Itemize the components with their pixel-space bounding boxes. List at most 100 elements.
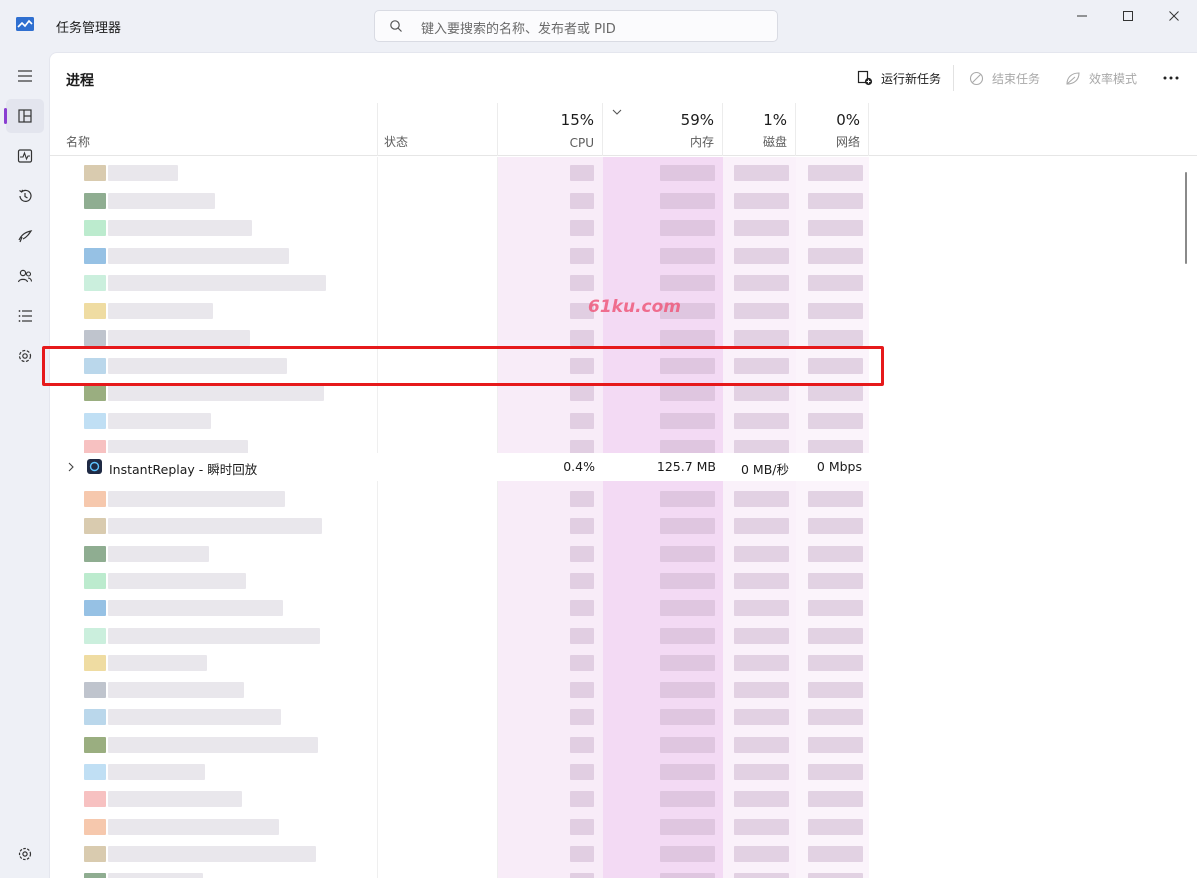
nav-startup-apps[interactable]: [6, 219, 44, 253]
nav-processes[interactable]: [4, 99, 44, 133]
hamburger-menu-icon: [18, 70, 32, 82]
end-task-button[interactable]: 结束任务: [969, 66, 1040, 90]
blurred-value: [734, 572, 789, 589]
blurred-name: [108, 600, 283, 617]
column-status[interactable]: 状态: [378, 103, 498, 156]
blurred-value: [808, 247, 863, 264]
blurred-value: [808, 627, 863, 644]
close-icon: [1169, 11, 1179, 21]
process-name: InstantReplay - 瞬时回放: [109, 462, 258, 477]
blurred-value: [808, 518, 863, 535]
minimize-button[interactable]: [1059, 0, 1105, 32]
blurred-value: [660, 220, 715, 236]
blurred-value: [660, 764, 715, 780]
blurred-name: [108, 491, 285, 507]
blurred-value: [660, 709, 715, 726]
blurred-name: [108, 302, 213, 319]
nav-app-history[interactable]: [6, 179, 44, 213]
column-status-label: 状态: [384, 135, 409, 149]
blurred-name: [108, 192, 215, 209]
column-cpu[interactable]: 15% CPU: [498, 103, 603, 156]
column-memory[interactable]: 59% 内存: [603, 103, 723, 156]
blurred-name: [108, 572, 246, 589]
column-disk-label: 磁盘: [762, 135, 787, 149]
blurred-icon: [84, 518, 106, 535]
blurred-icon: [84, 654, 106, 671]
column-disk[interactable]: 1% 磁盘: [723, 103, 796, 156]
column-network[interactable]: 0% 网络: [796, 103, 869, 156]
blurred-name: [108, 385, 324, 401]
blurred-icon: [84, 330, 106, 346]
blurred-value: [570, 247, 594, 264]
blurred-value: [734, 220, 789, 236]
blurred-value: [808, 654, 863, 671]
vertical-scrollbar[interactable]: [1183, 160, 1189, 270]
app-history-icon: [19, 189, 32, 202]
title-bar: 任务管理器 键入要搜索的名称、发布者或 PID: [0, 0, 1197, 52]
blurred-name: [108, 627, 320, 644]
nav-performance[interactable]: [6, 139, 44, 173]
startup-apps-icon: [18, 230, 33, 243]
list-item: [50, 242, 870, 269]
column-header: 名称 状态 15% CPU 59% 内存 1% 磁盘 0% 网络: [50, 103, 1197, 156]
more-options-button[interactable]: [1162, 66, 1180, 90]
blurred-value: [570, 818, 594, 835]
hamburger-menu-button[interactable]: [6, 59, 44, 93]
blurred-value: [808, 682, 863, 699]
blurred-value: [570, 736, 594, 753]
end-task-icon: [969, 71, 984, 85]
blurred-name: [108, 818, 279, 835]
blurred-icon: [84, 192, 106, 209]
chevron-right-icon[interactable]: [67, 462, 75, 472]
sort-descending-icon: [612, 109, 622, 115]
processes-panel: 进程 运行新任务 结束任务 效率模式 名称 状态 15% CPU 59% 内存: [49, 52, 1197, 878]
blurred-value: [734, 247, 789, 264]
blurred-name: [108, 275, 326, 291]
run-new-task-button[interactable]: 运行新任务: [857, 66, 941, 90]
nav-details[interactable]: [6, 299, 44, 333]
maximize-button[interactable]: [1105, 0, 1151, 32]
memory-total: 59%: [680, 111, 714, 129]
blurred-name: [108, 220, 252, 236]
blurred-value: [660, 791, 715, 808]
maximize-icon: [1123, 11, 1133, 21]
blurred-value: [808, 873, 863, 878]
column-network-label: 网络: [835, 135, 860, 149]
blurred-name: [108, 165, 178, 181]
efficiency-mode-button[interactable]: 效率模式: [1065, 66, 1137, 90]
blurred-value: [808, 165, 863, 181]
column-cpu-label: CPU: [569, 136, 594, 150]
blurred-name: [108, 682, 244, 699]
process-memory: 125.7 MB: [656, 459, 716, 474]
blurred-value: [808, 385, 863, 401]
blurred-name: [108, 845, 316, 862]
cpu-total: 15%: [560, 111, 594, 129]
blurred-icon: [84, 791, 106, 808]
blurred-value: [660, 385, 715, 401]
nav-services[interactable]: [6, 339, 44, 373]
blurred-icon: [84, 682, 106, 699]
blurred-value: [660, 736, 715, 753]
blurred-value: [808, 845, 863, 862]
blurred-value: [570, 682, 594, 699]
blurred-icon: [84, 845, 106, 862]
blurred-value: [660, 412, 715, 429]
nav-users[interactable]: [6, 259, 44, 293]
list-item: [50, 407, 870, 434]
close-button[interactable]: [1151, 0, 1197, 32]
blurred-value: [808, 220, 863, 236]
blurred-icon: [84, 709, 106, 726]
highlight-annotation-box: [42, 346, 884, 386]
settings-icon: [18, 847, 32, 861]
end-task-label: 结束任务: [992, 71, 1041, 86]
blurred-value: [660, 873, 715, 878]
scrollbar-thumb[interactable]: [1185, 172, 1187, 264]
blurred-value: [570, 545, 594, 562]
table-row-instantreplay[interactable]: InstantReplay - 瞬时回放 0.4% 125.7 MB 0 MB/…: [50, 453, 870, 481]
column-name[interactable]: 名称: [50, 103, 378, 156]
nav-settings[interactable]: [6, 837, 44, 871]
blurred-value: [808, 572, 863, 589]
list-item: [50, 758, 870, 785]
search-box[interactable]: 键入要搜索的名称、发布者或 PID: [374, 10, 778, 42]
blurred-value: [808, 736, 863, 753]
